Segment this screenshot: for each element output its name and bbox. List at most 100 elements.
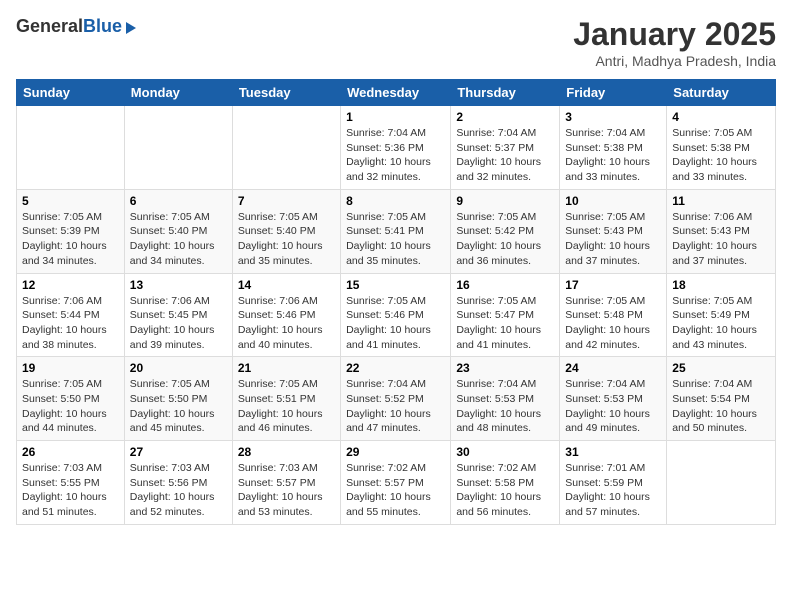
col-wednesday: Wednesday (341, 80, 451, 106)
day-info: Sunrise: 7:02 AM Sunset: 5:57 PM Dayligh… (346, 461, 445, 520)
logo-blue-text: Blue (83, 16, 122, 37)
day-number: 1 (346, 110, 445, 124)
calendar-cell: 17 Sunrise: 7:05 AM Sunset: 5:48 PM Dayli… (560, 273, 667, 357)
day-info: Sunrise: 7:03 AM Sunset: 5:55 PM Dayligh… (22, 461, 119, 520)
day-number: 5 (22, 194, 119, 208)
calendar-cell: 5 Sunrise: 7:05 AM Sunset: 5:39 PM Daylig… (17, 189, 125, 273)
day-info: Sunrise: 7:05 AM Sunset: 5:40 PM Dayligh… (238, 210, 335, 269)
calendar-cell: 9 Sunrise: 7:05 AM Sunset: 5:42 PM Daylig… (451, 189, 560, 273)
logo-arrow-icon (126, 22, 136, 34)
calendar-cell: 2 Sunrise: 7:04 AM Sunset: 5:37 PM Daylig… (451, 106, 560, 190)
calendar-cell: 22 Sunrise: 7:04 AM Sunset: 5:52 PM Dayli… (341, 357, 451, 441)
day-number: 20 (130, 361, 227, 375)
col-monday: Monday (124, 80, 232, 106)
day-info: Sunrise: 7:06 AM Sunset: 5:44 PM Dayligh… (22, 294, 119, 353)
calendar-cell: 6 Sunrise: 7:05 AM Sunset: 5:40 PM Daylig… (124, 189, 232, 273)
calendar-cell: 15 Sunrise: 7:05 AM Sunset: 5:46 PM Dayli… (341, 273, 451, 357)
day-info: Sunrise: 7:05 AM Sunset: 5:42 PM Dayligh… (456, 210, 554, 269)
col-saturday: Saturday (667, 80, 776, 106)
day-number: 7 (238, 194, 335, 208)
week-row-2: 5 Sunrise: 7:05 AM Sunset: 5:39 PM Daylig… (17, 189, 776, 273)
calendar-table: Sunday Monday Tuesday Wednesday Thursday… (16, 79, 776, 525)
calendar-cell: 29 Sunrise: 7:02 AM Sunset: 5:57 PM Dayli… (341, 441, 451, 525)
day-number: 18 (672, 278, 770, 292)
calendar-cell: 7 Sunrise: 7:05 AM Sunset: 5:40 PM Daylig… (232, 189, 340, 273)
day-number: 8 (346, 194, 445, 208)
day-number: 19 (22, 361, 119, 375)
calendar-cell: 16Sunrise: 7:05 AM Sunset: 5:47 PM Dayli… (451, 273, 560, 357)
day-info: Sunrise: 7:04 AM Sunset: 5:52 PM Dayligh… (346, 377, 445, 436)
calendar-cell: 30 Sunrise: 7:02 AM Sunset: 5:58 PM Dayli… (451, 441, 560, 525)
calendar-cell: 3 Sunrise: 7:04 AM Sunset: 5:38 PM Daylig… (560, 106, 667, 190)
day-info: Sunrise: 7:05 AM Sunset: 5:39 PM Dayligh… (22, 210, 119, 269)
day-number: 30 (456, 445, 554, 459)
calendar-cell: 28Sunrise: 7:03 AM Sunset: 5:57 PM Dayli… (232, 441, 340, 525)
day-number: 14 (238, 278, 335, 292)
calendar-cell: 24 Sunrise: 7:04 AM Sunset: 5:53 PM Dayli… (560, 357, 667, 441)
week-row-1: 1 Sunrise: 7:04 AM Sunset: 5:36 PM Daylig… (17, 106, 776, 190)
calendar-cell: 14 Sunrise: 7:06 AM Sunset: 5:46 PM Dayli… (232, 273, 340, 357)
day-number: 15 (346, 278, 445, 292)
day-info: Sunrise: 7:06 AM Sunset: 5:46 PM Dayligh… (238, 294, 335, 353)
day-info: Sunrise: 7:05 AM Sunset: 5:49 PM Dayligh… (672, 294, 770, 353)
day-info: Sunrise: 7:06 AM Sunset: 5:43 PM Dayligh… (672, 210, 770, 269)
day-info: Sunrise: 7:06 AM Sunset: 5:45 PM Dayligh… (130, 294, 227, 353)
col-thursday: Thursday (451, 80, 560, 106)
calendar-cell: 27Sunrise: 7:03 AM Sunset: 5:56 PM Dayli… (124, 441, 232, 525)
day-number: 2 (456, 110, 554, 124)
day-number: 26 (22, 445, 119, 459)
day-number: 3 (565, 110, 661, 124)
col-tuesday: Tuesday (232, 80, 340, 106)
calendar-cell: 10Sunrise: 7:05 AM Sunset: 5:43 PM Dayli… (560, 189, 667, 273)
day-info: Sunrise: 7:05 AM Sunset: 5:40 PM Dayligh… (130, 210, 227, 269)
day-number: 21 (238, 361, 335, 375)
day-info: Sunrise: 7:05 AM Sunset: 5:50 PM Dayligh… (130, 377, 227, 436)
day-number: 22 (346, 361, 445, 375)
day-info: Sunrise: 7:05 AM Sunset: 5:51 PM Dayligh… (238, 377, 335, 436)
calendar-cell (232, 106, 340, 190)
day-info: Sunrise: 7:02 AM Sunset: 5:58 PM Dayligh… (456, 461, 554, 520)
day-number: 23 (456, 361, 554, 375)
page-header: General Blue January 2025 Antri, Madhya … (16, 16, 776, 69)
day-info: Sunrise: 7:03 AM Sunset: 5:57 PM Dayligh… (238, 461, 335, 520)
day-info: Sunrise: 7:05 AM Sunset: 5:38 PM Dayligh… (672, 126, 770, 185)
day-info: Sunrise: 7:03 AM Sunset: 5:56 PM Dayligh… (130, 461, 227, 520)
day-info: Sunrise: 7:04 AM Sunset: 5:37 PM Dayligh… (456, 126, 554, 185)
col-sunday: Sunday (17, 80, 125, 106)
calendar-cell: 21 Sunrise: 7:05 AM Sunset: 5:51 PM Dayli… (232, 357, 340, 441)
calendar-cell: 18 Sunrise: 7:05 AM Sunset: 5:49 PM Dayli… (667, 273, 776, 357)
day-number: 24 (565, 361, 661, 375)
day-info: Sunrise: 7:05 AM Sunset: 5:41 PM Dayligh… (346, 210, 445, 269)
day-info: Sunrise: 7:04 AM Sunset: 5:53 PM Dayligh… (456, 377, 554, 436)
day-info: Sunrise: 7:05 AM Sunset: 5:47 PM Dayligh… (456, 294, 554, 353)
calendar-cell (124, 106, 232, 190)
week-row-3: 12Sunrise: 7:06 AM Sunset: 5:44 PM Dayli… (17, 273, 776, 357)
col-friday: Friday (560, 80, 667, 106)
day-number: 11 (672, 194, 770, 208)
day-number: 9 (456, 194, 554, 208)
calendar-cell (667, 441, 776, 525)
month-title: January 2025 (573, 16, 776, 53)
calendar-cell: 13Sunrise: 7:06 AM Sunset: 5:45 PM Dayli… (124, 273, 232, 357)
day-info: Sunrise: 7:05 AM Sunset: 5:50 PM Dayligh… (22, 377, 119, 436)
location-text: Antri, Madhya Pradesh, India (573, 53, 776, 69)
calendar-header-row: Sunday Monday Tuesday Wednesday Thursday… (17, 80, 776, 106)
calendar-cell: 12Sunrise: 7:06 AM Sunset: 5:44 PM Dayli… (17, 273, 125, 357)
day-info: Sunrise: 7:05 AM Sunset: 5:46 PM Dayligh… (346, 294, 445, 353)
week-row-4: 19 Sunrise: 7:05 AM Sunset: 5:50 PM Dayli… (17, 357, 776, 441)
day-info: Sunrise: 7:05 AM Sunset: 5:48 PM Dayligh… (565, 294, 661, 353)
day-number: 4 (672, 110, 770, 124)
day-info: Sunrise: 7:04 AM Sunset: 5:53 PM Dayligh… (565, 377, 661, 436)
week-row-5: 26 Sunrise: 7:03 AM Sunset: 5:55 PM Dayli… (17, 441, 776, 525)
day-number: 31 (565, 445, 661, 459)
day-number: 6 (130, 194, 227, 208)
day-info: Sunrise: 7:04 AM Sunset: 5:38 PM Dayligh… (565, 126, 661, 185)
day-info: Sunrise: 7:04 AM Sunset: 5:36 PM Dayligh… (346, 126, 445, 185)
calendar-cell: 8 Sunrise: 7:05 AM Sunset: 5:41 PM Daylig… (341, 189, 451, 273)
day-number: 17 (565, 278, 661, 292)
calendar-cell: 4 Sunrise: 7:05 AM Sunset: 5:38 PM Daylig… (667, 106, 776, 190)
title-section: January 2025 Antri, Madhya Pradesh, Indi… (573, 16, 776, 69)
logo: General Blue (16, 16, 136, 37)
day-number: 29 (346, 445, 445, 459)
day-info: Sunrise: 7:05 AM Sunset: 5:43 PM Dayligh… (565, 210, 661, 269)
